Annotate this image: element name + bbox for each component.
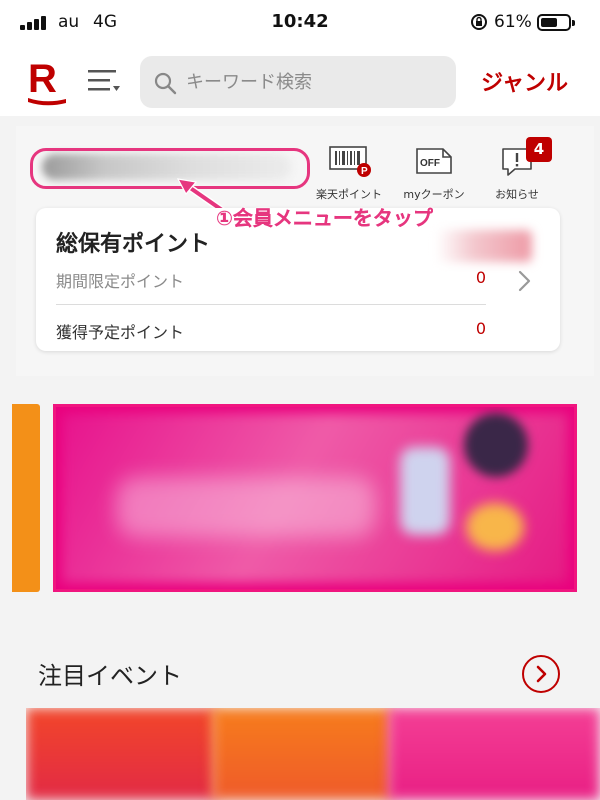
banner-text-redacted — [116, 477, 376, 537]
event-card[interactable] — [388, 708, 600, 800]
status-bar: au 4G 10:42 61% — [0, 0, 600, 46]
search-input[interactable] — [186, 56, 446, 108]
battery-percent: 61% — [494, 12, 532, 32]
events-section-title: 注目イベント — [38, 662, 182, 690]
notification-badge: 4 — [526, 137, 552, 162]
rakuten-point-card-icon: P — [329, 146, 371, 177]
coupon-icon: OFF — [416, 148, 452, 174]
banner-circle-image — [464, 413, 528, 477]
annotation-text: ①会員メニューをタップ — [216, 206, 433, 230]
my-coupon-button[interactable]: OFF myクーポン — [394, 144, 474, 202]
search-bar[interactable] — [140, 56, 456, 108]
svg-text:R: R — [28, 57, 57, 101]
rakuten-logo[interactable]: R — [26, 56, 68, 108]
genre-link[interactable]: ジャンル — [481, 65, 568, 97]
menu-icon[interactable] — [86, 68, 122, 94]
events-more-button[interactable] — [522, 655, 560, 693]
banner-previous[interactable] — [12, 404, 40, 592]
app-header: R ジャンル — [0, 46, 600, 116]
points-title: 総保有ポイント — [56, 232, 211, 257]
promo-banner[interactable] — [53, 404, 577, 592]
svg-text:P: P — [361, 166, 368, 177]
banner-badge-image — [466, 503, 524, 551]
quick-icon-label: お知らせ — [495, 188, 539, 201]
banner-product-image — [400, 447, 450, 535]
rotation-lock-icon — [471, 14, 487, 30]
events-carousel[interactable] — [26, 708, 600, 800]
search-icon — [154, 72, 177, 95]
event-card[interactable] — [212, 708, 392, 800]
chevron-right-icon[interactable] — [514, 268, 534, 294]
event-card[interactable] — [26, 708, 216, 800]
limited-points-label: 期間限定ポイント — [56, 272, 185, 291]
limited-points-value: 0 — [475, 268, 486, 287]
coupon-icon-text: OFF — [420, 158, 440, 169]
chevron-right-circle-icon — [536, 665, 547, 683]
quick-icon-label: 楽天ポイント — [316, 188, 382, 201]
quick-icon-label: myクーポン — [403, 188, 465, 201]
points-divider — [56, 304, 486, 305]
battery-icon — [537, 14, 575, 31]
pending-points-label: 獲得予定ポイント — [56, 323, 185, 342]
points-total-redacted — [436, 230, 532, 262]
rakuten-point-button[interactable]: P 楽天ポイント — [309, 144, 389, 202]
pending-points-value: 0 — [475, 319, 486, 338]
